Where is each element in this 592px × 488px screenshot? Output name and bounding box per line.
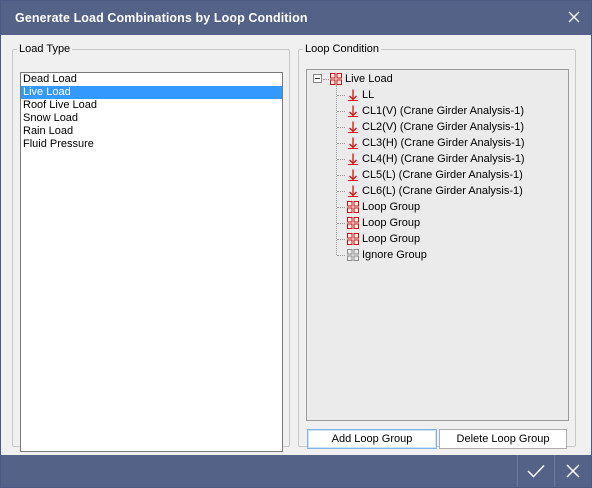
loop-condition-legend: Loop Condition <box>305 43 380 55</box>
title-close-button[interactable] <box>563 6 585 28</box>
tree-node-label: CL3(H) (Crane Girder Analysis-1) <box>362 137 525 149</box>
tree-node-label: Ignore Group <box>362 249 427 261</box>
tree-load-case-node[interactable]: CL1(V) (Crane Girder Analysis-1) <box>347 103 524 119</box>
dialog-body: Load Type Dead Load Live Load Roof Live Lo… <box>1 35 591 455</box>
load-case-arrow-icon <box>348 153 358 165</box>
ignore-group-icon <box>347 249 359 261</box>
tree-load-case-node[interactable]: CL2(V) (Crane Girder Analysis-1) <box>347 119 524 135</box>
load-case-arrow-icon <box>348 137 358 149</box>
tree-node-label: Loop Group <box>362 233 421 245</box>
tree-node-label: CL5(L) (Crane Girder Analysis-1) <box>362 169 523 181</box>
tree-node-label: CL2(V) (Crane Girder Analysis-1) <box>362 121 524 133</box>
loop-group-icon <box>347 201 359 213</box>
load-type-item[interactable]: Fluid Pressure <box>21 138 282 151</box>
loop-condition-tree[interactable]: Live Load LL CL1(V) (Crane Girder Analysis… <box>306 69 569 421</box>
tree-connector <box>337 239 345 240</box>
tree-load-case-node[interactable]: CL5(L) (Crane Girder Analysis-1) <box>347 167 523 183</box>
tree-connector <box>337 127 345 128</box>
add-loop-group-button[interactable]: Add Loop Group <box>307 429 437 449</box>
tree-node-label: Loop Group <box>362 201 421 213</box>
tree-loop-group-node[interactable]: Loop Group <box>347 199 420 215</box>
loop-condition-group: Loop Condition Live Load LL CL1(V) (Crane … <box>298 43 576 449</box>
tree-connector <box>337 223 345 224</box>
load-type-legend: Load Type <box>19 43 71 55</box>
loop-group-icon <box>330 73 342 85</box>
load-type-item[interactable]: Roof Live Load <box>21 99 282 112</box>
load-case-arrow-icon <box>348 105 358 117</box>
load-type-item[interactable]: Snow Load <box>21 112 282 125</box>
checkmark-icon <box>526 464 545 478</box>
tree-connector <box>337 191 345 192</box>
tree-collapse-toggle[interactable] <box>313 74 322 83</box>
close-icon <box>568 11 580 23</box>
tree-connector <box>337 207 345 208</box>
tree-node-label: CL4(H) (Crane Girder Analysis-1) <box>362 153 525 165</box>
tree-load-case-node[interactable]: CL3(H) (Crane Girder Analysis-1) <box>347 135 525 151</box>
load-case-arrow-icon <box>348 89 358 101</box>
load-type-listbox[interactable]: Dead Load Live Load Roof Live Load Snow Loa… <box>20 72 283 452</box>
load-type-item[interactable]: Rain Load <box>21 125 282 138</box>
ok-button[interactable] <box>517 455 553 487</box>
tree-node-label: Loop Group <box>362 217 421 229</box>
tree-connector <box>337 111 345 112</box>
loop-group-icon <box>347 217 359 229</box>
tree-connector <box>337 175 345 176</box>
loop-group-icon <box>347 233 359 245</box>
title-bar[interactable]: Generate Load Combinations by Loop Condi… <box>1 1 591 35</box>
minus-icon <box>315 78 320 79</box>
tree-load-case-node[interactable]: CL6(L) (Crane Girder Analysis-1) <box>347 183 523 199</box>
load-type-item[interactable]: Live Load <box>21 86 282 99</box>
tree-loop-group-node[interactable]: Loop Group <box>347 215 420 231</box>
tree-connector <box>337 255 345 256</box>
tree-connector <box>337 95 345 96</box>
tree-node-label: Live Load <box>345 73 393 85</box>
tree-node-label: CL6(L) (Crane Girder Analysis-1) <box>362 185 523 197</box>
load-case-arrow-icon <box>348 121 358 133</box>
load-type-group: Load Type Dead Load Live Load Roof Live Lo… <box>12 43 290 452</box>
tree-connector <box>323 79 329 80</box>
tree-load-case-node[interactable]: CL4(H) (Crane Girder Analysis-1) <box>347 151 525 167</box>
tree-loop-group-node[interactable]: Loop Group <box>347 231 420 247</box>
tree-node-label: LL <box>362 89 375 101</box>
tree-connector <box>337 143 345 144</box>
load-case-arrow-icon <box>348 169 358 181</box>
close-icon <box>565 464 580 478</box>
load-type-item[interactable]: Dead Load <box>21 73 282 86</box>
load-case-arrow-icon <box>348 185 358 197</box>
dialog-window: Generate Load Combinations by Loop Condi… <box>0 0 592 488</box>
window-title: Generate Load Combinations by Loop Condi… <box>15 11 308 25</box>
delete-loop-group-button[interactable]: Delete Loop Group <box>439 429 567 449</box>
tree-connector <box>337 159 345 160</box>
dialog-footer <box>1 455 591 487</box>
tree-load-case-node[interactable]: LL <box>347 87 374 103</box>
tree-node-label: CL1(V) (Crane Girder Analysis-1) <box>362 105 524 117</box>
tree-root-node[interactable]: Live Load <box>330 71 393 87</box>
cancel-button[interactable] <box>554 455 590 487</box>
tree-ignore-group-node[interactable]: Ignore Group <box>347 247 427 263</box>
